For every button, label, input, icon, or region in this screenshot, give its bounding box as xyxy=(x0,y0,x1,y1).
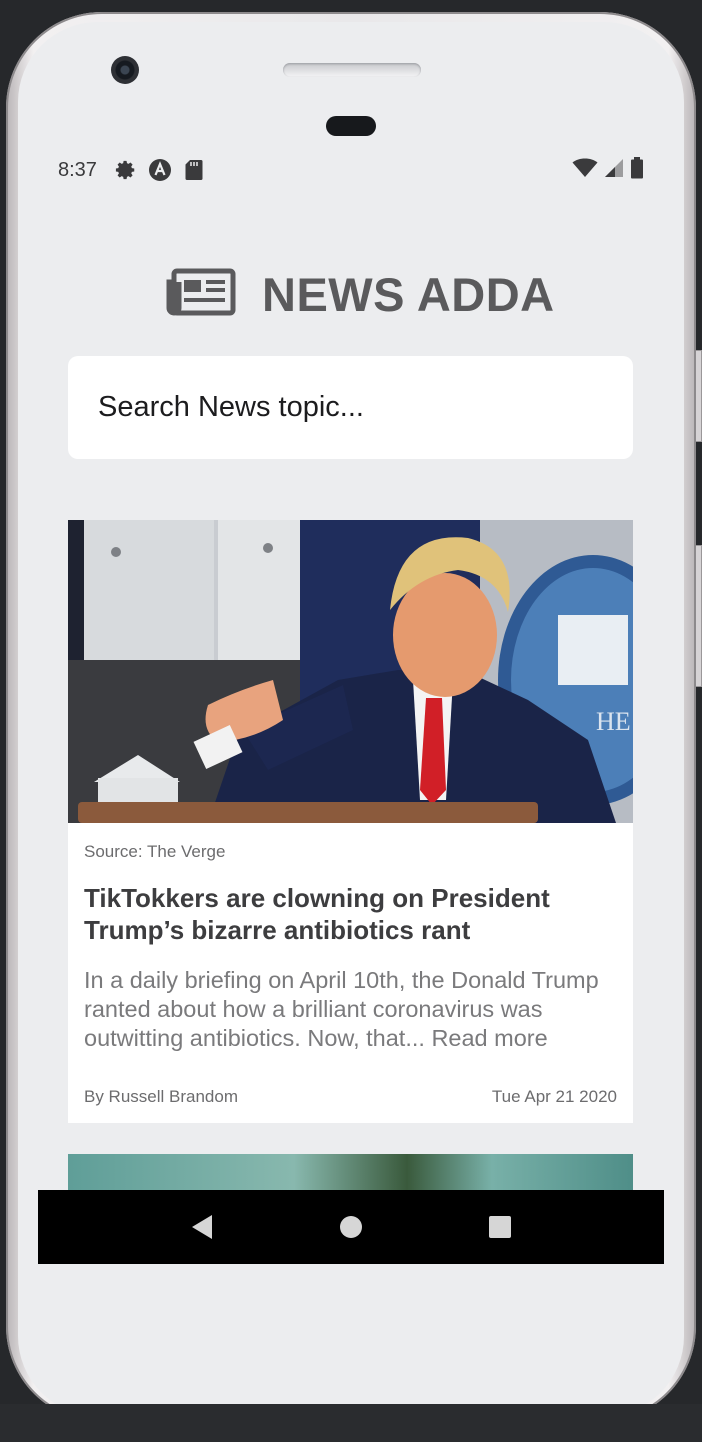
android-a-icon xyxy=(147,157,173,183)
wifi-icon xyxy=(572,158,598,183)
article-date: Tue Apr 21 2020 xyxy=(491,1087,617,1106)
search-input[interactable] xyxy=(68,356,633,459)
next-news-card[interactable] xyxy=(68,1154,633,1190)
front-camera xyxy=(111,56,139,84)
recents-square-icon[interactable] xyxy=(480,1207,520,1247)
status-right-icons xyxy=(572,156,644,184)
article-image: HE xyxy=(68,520,633,823)
cell-signal-icon xyxy=(604,158,624,183)
article-description[interactable]: In a daily briefing on April 10th, the D… xyxy=(84,966,624,1053)
back-triangle-icon[interactable] xyxy=(182,1207,222,1247)
article-source: Source: The Verge xyxy=(84,842,226,861)
proximity-sensor xyxy=(326,116,376,136)
gear-icon xyxy=(113,157,139,183)
article-title[interactable]: TikTokkers are clowning on President Tru… xyxy=(84,882,614,946)
device-screenshot: 8:37 NEWS ADDA Search News topic... HE S… xyxy=(0,0,702,1442)
battery-icon xyxy=(630,156,644,184)
desktop-bottom-band xyxy=(0,1404,702,1442)
status-bar: 8:37 xyxy=(58,156,644,184)
article-author: By Russell Brandom xyxy=(84,1087,239,1106)
sd-card-icon xyxy=(181,157,207,183)
app-title: NEWS ADDA xyxy=(262,267,555,321)
home-circle-icon[interactable] xyxy=(331,1207,371,1247)
earpiece-speaker xyxy=(283,63,421,77)
newspaper-icon xyxy=(166,268,236,321)
app-header: NEWS ADDA xyxy=(166,262,555,326)
news-card[interactable]: HE Source: The Verge TikTokkers are clow… xyxy=(68,520,633,1123)
svg-text:HE: HE xyxy=(596,707,631,736)
status-time: 8:37 xyxy=(58,158,97,181)
navigation-bar xyxy=(38,1190,664,1264)
